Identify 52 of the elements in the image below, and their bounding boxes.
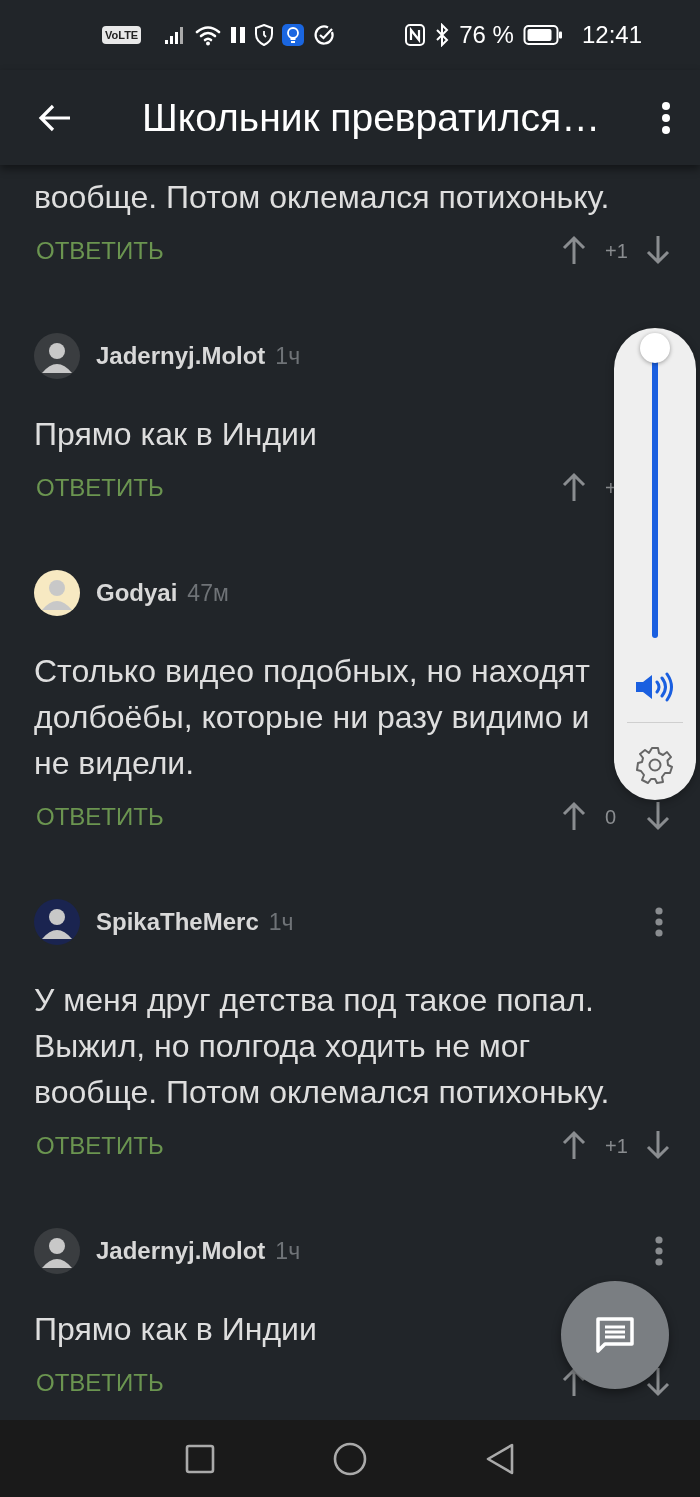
- comment-text: вообще. Потом оклемался потихоньку.: [34, 178, 610, 217]
- comment-time: 1ч: [275, 1237, 301, 1265]
- reply-link[interactable]: ОТВЕТИТЬ: [34, 1132, 164, 1160]
- menu-icon[interactable]: [660, 100, 672, 135]
- check-circle-icon: [313, 24, 336, 46]
- battery-icon: [522, 24, 563, 46]
- settings-icon[interactable]: [636, 746, 674, 784]
- comment-text: Прямо как в Индии: [34, 415, 317, 454]
- more-icon[interactable]: [654, 907, 664, 937]
- comment-text: Столько видео подобных, но находят долбоёбы, которые ни разу видимо и не видели.: [34, 652, 590, 783]
- page-title: Школьник превратился…: [142, 95, 602, 140]
- back-nav-icon[interactable]: [485, 1441, 515, 1476]
- clock: 12:41: [581, 21, 642, 49]
- comment-time: 1ч: [275, 342, 301, 370]
- recents-icon[interactable]: [185, 1443, 215, 1474]
- upvote-icon[interactable]: [561, 235, 587, 267]
- volume-thumb[interactable]: [640, 333, 670, 363]
- upvote-icon[interactable]: [561, 801, 587, 833]
- comment-text: У меня друг детства под такое попал. Выжил, но полгода ходить не мог вообще. Потом оклемался потихоньку.: [34, 981, 611, 1112]
- more-icon[interactable]: [654, 1236, 664, 1266]
- author-name[interactable]: Godyai: [96, 579, 178, 607]
- downvote-icon[interactable]: [645, 1130, 671, 1162]
- vote-score: +1: [605, 1134, 628, 1158]
- reply-link[interactable]: ОТВЕТИТЬ: [34, 237, 164, 265]
- downvote-icon[interactable]: [645, 1367, 671, 1399]
- pause-icon: [230, 26, 247, 44]
- author-name[interactable]: SpikaTheMerc: [96, 908, 259, 936]
- reply-link[interactable]: ОТВЕТИТЬ: [34, 474, 164, 502]
- wifi-icon: [195, 24, 222, 46]
- comment-time: 47м: [187, 579, 229, 607]
- reply-link[interactable]: ОТВЕТИТЬ: [34, 803, 164, 831]
- battery-percent: 76 %: [459, 21, 514, 49]
- upvote-icon[interactable]: [561, 472, 587, 504]
- comment-time: 1ч: [268, 908, 294, 936]
- speaker-icon[interactable]: [634, 672, 676, 702]
- upvote-icon[interactable]: [561, 1130, 587, 1162]
- bluetooth-icon: [434, 23, 451, 47]
- nfc-icon: [405, 24, 426, 46]
- reply-link[interactable]: ОТВЕТИТЬ: [34, 1369, 164, 1397]
- message-icon: [595, 1316, 635, 1354]
- vote-score: 0: [605, 805, 617, 829]
- vote-score: +1: [605, 239, 628, 263]
- back-icon[interactable]: [38, 102, 72, 133]
- volte-badge: VoLTE: [102, 26, 142, 44]
- downvote-icon[interactable]: [645, 801, 671, 833]
- downvote-icon[interactable]: [645, 235, 671, 267]
- comment-text: Прямо как в Индии: [34, 1310, 317, 1349]
- author-name[interactable]: Jadernyj.Molot: [96, 342, 266, 370]
- bulb-icon: [282, 24, 305, 46]
- author-name[interactable]: Jadernyj.Molot: [96, 1237, 266, 1265]
- shield-icon: [255, 24, 274, 46]
- home-icon[interactable]: [333, 1441, 367, 1476]
